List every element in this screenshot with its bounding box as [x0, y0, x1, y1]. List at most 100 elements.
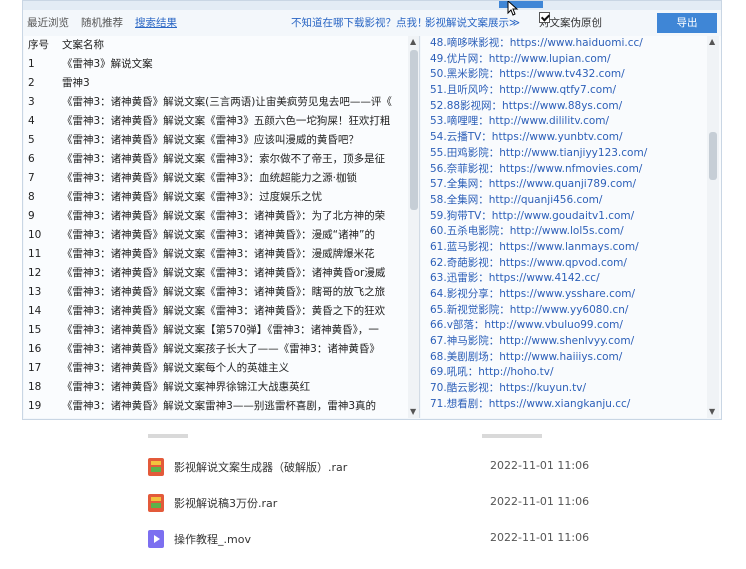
row-number: 9 — [28, 210, 35, 222]
site-link[interactable]: 70.酷云影视：https://kuyun.tv/ — [421, 381, 721, 397]
table-row[interactable]: 8 《雷神3：诸神黄昏》解说文案《雷神3》：过度娱乐之忧 — [24, 188, 419, 207]
row-title: 《雷神3：诸神黄昏》解说文案【第570弹】《雷神3：诸神黄昏》，一 — [62, 324, 379, 336]
row-number: 17 — [28, 362, 42, 374]
site-link[interactable]: 51.且听风吟：http://www.qtfy7.com/ — [421, 83, 721, 99]
source-checkbox[interactable] — [539, 12, 550, 23]
site-link[interactable]: 57.全集网：https://www.quanji789.com/ — [421, 177, 721, 193]
row-title: 《雷神3：诸神黄昏》解说文案神界徐锦江大战惠英红 — [62, 381, 311, 393]
table-row[interactable]: 13 《雷神3：诸神黄昏》解说文案《雷神3：诸神黄昏》：瞎哥的放飞之旅 — [24, 283, 419, 302]
file-row[interactable]: 操作教程_.mov 2022-11-01 11:06 — [148, 530, 589, 550]
site-scrollbar[interactable]: ▲ ▼ — [707, 36, 719, 418]
table-row[interactable]: 18 《雷神3：诸神黄昏》解说文案神界徐锦江大战惠英红 — [24, 378, 419, 397]
row-number: 5 — [28, 134, 35, 146]
site-link[interactable]: 67.神马影院：http://www.shenlvyy.com/ — [421, 334, 721, 350]
row-title: 《雷神3：诸神黄昏》解说文案《雷神3》五颜六色一坨狗屎！狂欢打粗 — [62, 115, 391, 127]
scroll-up-icon[interactable]: ▲ — [709, 37, 715, 46]
header-name: 文案名称 — [62, 39, 104, 51]
site-link[interactable]: 59.狗带TV：http://www.goudaitv1.com/ — [421, 209, 721, 225]
rar-archive-icon — [148, 494, 164, 512]
row-title: 《雷神3》解说文案 — [62, 58, 153, 70]
top-action-button[interactable] — [499, 1, 543, 8]
tab-recent[interactable]: 最近浏览 — [27, 12, 69, 34]
site-link[interactable]: 71.想看剧：https://www.xiangkanju.cc/ — [421, 397, 721, 413]
app-window: 最近浏览 随机推荐 搜索结果 不知道在哪下载影视？点我！ 影视解说文案展示≫ 对… — [22, 0, 722, 420]
row-title: 《雷神3：诸神黄昏》解说文案《雷神3：诸神黄昏》：诸神黄昏or漫威 — [62, 267, 386, 279]
table-row[interactable]: 14 《雷神3：诸神黄昏》解说文案《雷神3：诸神黄昏》：黄昏之下的狂欢 — [24, 302, 419, 321]
table-row[interactable]: 17 《雷神3：诸神黄昏》解说文案每个人的英雄主义 — [24, 359, 419, 378]
table-row[interactable]: 5 《雷神3：诸神黄昏》解说文案《雷神3》应该叫漫威的黄昏吧？ — [24, 131, 419, 150]
site-link[interactable]: 50.黑米影院：https://www.tv432.com/ — [421, 67, 721, 83]
site-link[interactable]: 49.优片网：http://www.lupian.com/ — [421, 52, 721, 68]
site-link[interactable]: 48.嘀哆咪影视：https://www.haiduomi.cc/ — [421, 36, 721, 52]
table-row[interactable]: 15 《雷神3：诸神黄昏》解说文案【第570弹】《雷神3：诸神黄昏》，一 — [24, 321, 419, 340]
table-row[interactable]: 10 《雷神3：诸神黄昏》解说文案《雷神3：诸神黄昏》：漫威“诸神”的 — [24, 226, 419, 245]
site-link[interactable]: 58.全集网：http://quanji456.com/ — [421, 193, 721, 209]
table-row[interactable]: 6 《雷神3：诸神黄昏》解说文案《雷神3》：索尔做不了帝王，顶多是征 — [24, 150, 419, 169]
scroll-down-icon[interactable]: ▼ — [709, 407, 715, 416]
file-row[interactable]: 影视解说文案生成器（破解版）.rar 2022-11-01 11:06 — [148, 458, 590, 478]
site-link[interactable]: 60.五杀电影院：http://www.lol5s.com/ — [421, 224, 721, 240]
site-link[interactable]: 66.v部落：http://www.vbuluo99.com/ — [421, 318, 721, 334]
site-link[interactable]: 64.影视分享：https://www.ysshare.com/ — [421, 287, 721, 303]
export-button[interactable]: 导出 — [657, 13, 717, 33]
row-number: 6 — [28, 153, 35, 165]
tab-search-results[interactable]: 搜索结果 — [135, 12, 177, 34]
row-title: 《雷神3：诸神黄昏》解说文案《雷神3》应该叫漫威的黄昏吧？ — [62, 134, 359, 146]
table-scrollbar[interactable]: ▲ ▼ — [408, 36, 419, 418]
table-row[interactable]: 11 《雷神3：诸神黄昏》解说文案《雷神3：诸神黄昏》：漫威牌爆米花 — [24, 245, 419, 264]
table-row[interactable]: 2 雷神3 — [24, 74, 419, 93]
row-number: 14 — [28, 305, 42, 317]
file-name[interactable]: 影视解说文案生成器（破解版）.rar — [174, 459, 347, 475]
scroll-up-icon[interactable]: ▲ — [410, 37, 416, 46]
site-link[interactable]: 69.吼吼：http://hoho.tv/ — [421, 365, 721, 381]
table-row[interactable]: 4 《雷神3：诸神黄昏》解说文案《雷神3》五颜六色一坨狗屎！狂欢打粗 — [24, 112, 419, 131]
toolbar: 最近浏览 随机推荐 搜索结果 不知道在哪下载影视？点我！ 影视解说文案展示≫ 对… — [23, 12, 721, 34]
scroll-thumb[interactable] — [709, 132, 717, 180]
site-link[interactable]: 65.新视觉影院：http://www.yy6080.cn/ — [421, 303, 721, 319]
row-title: 《雷神3：诸神黄昏》解说文案《雷神3：诸神黄昏》：漫威牌爆米花 — [62, 248, 375, 260]
row-title: 《雷神3：诸神黄昏》解说文案孩子长大了——《雷神3：诸神黄昏》 — [62, 343, 380, 355]
table-row[interactable]: 16 《雷神3：诸神黄昏》解说文案孩子长大了——《雷神3：诸神黄昏》 — [24, 340, 419, 359]
row-number: 8 — [28, 191, 35, 203]
row-title: 《雷神3：诸神黄昏》解说文案《雷神3》：索尔做不了帝王，顶多是征 — [62, 153, 386, 165]
row-number: 10 — [28, 229, 42, 241]
file-row[interactable]: 影视解说稿3万份.rar 2022-11-01 11:06 — [148, 494, 589, 514]
style-display-link[interactable]: 影视解说文案展示≫ — [425, 12, 520, 34]
row-number: 4 — [28, 115, 35, 127]
source-checkbox-group[interactable]: 对文案伪原创 — [539, 12, 602, 34]
row-title: 《雷神3：诸神黄昏》解说文案(三言两语)让宙美疯劳见鬼去吧——评《 — [62, 96, 392, 108]
tab-random[interactable]: 随机推荐 — [81, 12, 123, 34]
file-name[interactable]: 影视解说稿3万份.rar — [174, 495, 277, 511]
site-link[interactable]: 68.美剧剧场：http://www.haiiiys.com/ — [421, 350, 721, 366]
date-header-blur — [482, 434, 542, 438]
result-table: 序号 文案名称 1 《雷神3》解说文案 2 雷神3 3 《雷神3：诸神黄昏》解说文案(三言… — [24, 36, 420, 418]
table-row[interactable]: 1 《雷神3》解说文案 — [24, 55, 419, 74]
site-link[interactable]: 56.奈菲影视：https://www.nfmovies.com/ — [421, 162, 721, 178]
row-title: 《雷神3：诸神黄昏》解说文案《雷神3》：过度娱乐之忧 — [62, 191, 323, 203]
row-title: 《雷神3：诸神黄昏》解说文案《雷神3：诸神黄昏》：漫威“诸神”的 — [62, 229, 375, 241]
table-row[interactable]: 3 《雷神3：诸神黄昏》解说文案(三言两语)让宙美疯劳见鬼去吧——评《 — [24, 93, 419, 112]
row-number: 18 — [28, 381, 42, 393]
scroll-thumb[interactable] — [410, 50, 418, 210]
download-hint-link[interactable]: 不知道在哪下载影视？点我！ — [291, 12, 428, 34]
row-number: 12 — [28, 267, 42, 279]
file-date: 2022-11-01 11:06 — [490, 459, 590, 472]
site-link[interactable]: 54.云播TV：https://www.yunbtv.com/ — [421, 130, 721, 146]
table-row[interactable]: 7 《雷神3：诸神黄昏》解说文案《雷神3》：血统超能力之源·枷锁 — [24, 169, 419, 188]
site-link[interactable]: 55.田鸡影院：http://www.tianjiyy123.com/ — [421, 146, 721, 162]
site-link[interactable]: 62.奇葩影视：https://www.qpvod.com/ — [421, 256, 721, 272]
table-row[interactable]: 12 《雷神3：诸神黄昏》解说文案《雷神3：诸神黄昏》：诸神黄昏or漫威 — [24, 264, 419, 283]
table-header: 序号 文案名称 — [24, 36, 419, 55]
site-link[interactable]: 61.蓝马影视：https://www.lanmays.com/ — [421, 240, 721, 256]
row-title: 《雷神3：诸神黄昏》解说文案《雷神3：诸神黄昏》：瞎哥的放飞之旅 — [62, 286, 386, 298]
site-link[interactable]: 53.嘀哩哩：http://www.dililitv.com/ — [421, 114, 721, 130]
double-chevron-icon: ≫ — [509, 17, 520, 29]
site-link[interactable]: 63.迅雷影：https://www.4142.cc/ — [421, 271, 721, 287]
site-link[interactable]: 52.88影视网：https://www.88ys.com/ — [421, 99, 721, 115]
row-title: 《雷神3：诸神黄昏》解说文案《雷神3：诸神黄昏》：黄昏之下的狂欢 — [62, 305, 386, 317]
scroll-down-icon[interactable]: ▼ — [410, 407, 416, 416]
table-row[interactable]: 19 《雷神3：诸神黄昏》解说文案雷神3——别逃雷杯喜剧，雷神3真的 — [24, 397, 419, 411]
table-row[interactable]: 9 《雷神3：诸神黄昏》解说文案《雷神3：诸神黄昏》：为了北方神的荣 — [24, 207, 419, 226]
row-number: 11 — [28, 248, 42, 260]
file-name[interactable]: 操作教程_.mov — [174, 531, 251, 547]
